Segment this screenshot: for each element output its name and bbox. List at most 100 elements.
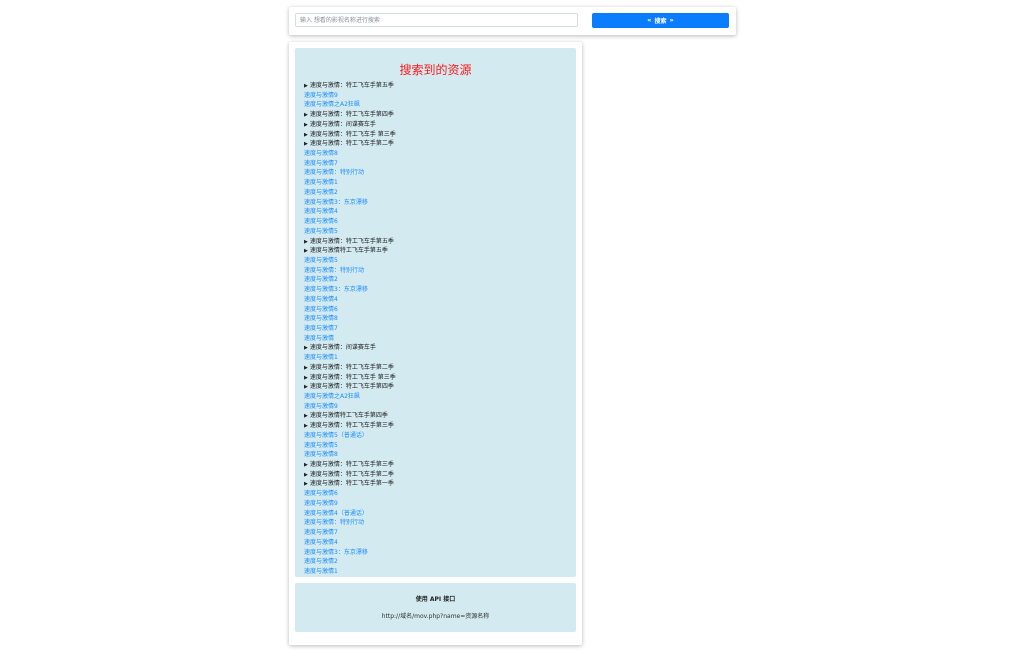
- result-link[interactable]: 速度与激情1: [304, 568, 338, 575]
- result-link[interactable]: 速度与激情9: [304, 92, 338, 99]
- result-item: 速度与激情6: [304, 217, 572, 227]
- result-link[interactable]: 速度与激情3：东京漂移: [304, 549, 368, 556]
- result-item: 速度与激情9: [304, 499, 572, 509]
- result-item: 速度与激情: [304, 334, 572, 344]
- result-link[interactable]: 速度与激情：特别行动: [304, 267, 364, 274]
- result-folder[interactable]: ▶ 速度与激情特工飞车手第五季: [304, 246, 572, 256]
- result-folder[interactable]: ▶ 速度与激情特工飞车手第四季: [304, 411, 572, 421]
- result-item: 速度与激情9: [304, 91, 572, 101]
- result-item: 速度与激情6: [304, 489, 572, 499]
- result-folder-label: 速度与激情：特工飞车手第二季: [309, 363, 394, 371]
- result-folder-label: 速度与激情：特工飞车手第四季: [309, 383, 394, 391]
- result-link[interactable]: 速度与激情7: [304, 160, 338, 167]
- result-folder[interactable]: ▶ 速度与激情：特工飞车手第五季: [304, 237, 572, 247]
- result-link[interactable]: 速度与激情: [304, 335, 334, 342]
- triangle-right-icon: ▶: [304, 121, 308, 128]
- api-title: 使用 API 接口: [415, 596, 456, 603]
- result-folder-label: 速度与激情：特工飞车手第五季: [309, 237, 394, 245]
- results-title: 搜索到的资源: [399, 63, 472, 77]
- result-folder[interactable]: ▶ 速度与激情：特工飞车手 第三季: [304, 130, 572, 140]
- search-button-label: 搜索: [654, 18, 667, 25]
- chevrons-left-icon: «: [647, 16, 652, 25]
- result-folder[interactable]: ▶ 速度与激情：间谍赛车手: [304, 343, 572, 353]
- triangle-right-icon: ▶: [304, 471, 308, 478]
- result-link[interactable]: 速度与激情3：东京漂移: [304, 199, 368, 206]
- result-link[interactable]: 速度与激情9: [304, 500, 338, 507]
- result-folder-label: 速度与激情：间谍赛车手: [309, 344, 376, 352]
- result-link[interactable]: 速度与激情：特别行动: [304, 169, 364, 176]
- triangle-right-icon: ▶: [304, 384, 308, 391]
- result-link[interactable]: 速度与激情4: [304, 296, 338, 303]
- result-folder[interactable]: ▶ 速度与激情：特工飞车手第一季: [304, 479, 572, 489]
- result-link[interactable]: 速度与激情：特别行动: [304, 519, 364, 526]
- result-link[interactable]: 速度与激情6: [304, 218, 338, 225]
- triangle-right-icon: ▶: [304, 248, 308, 255]
- result-item: 速度与激情：特别行动: [304, 518, 572, 528]
- result-link[interactable]: 速度与激情3：东京漂移: [304, 286, 368, 293]
- search-bar: « 搜索 »: [289, 7, 736, 35]
- result-folder[interactable]: ▶ 速度与激情：特工飞车手第四季: [304, 382, 572, 392]
- result-item: 速度与激情7: [304, 159, 572, 169]
- result-link[interactable]: 速度与激情1: [304, 179, 338, 186]
- result-link[interactable]: 速度与激情1: [304, 354, 338, 361]
- triangle-right-icon: ▶: [304, 238, 308, 245]
- result-item: 速度与激情5: [304, 441, 572, 451]
- result-folder-label: 速度与激情：特工飞车手 第三季: [309, 130, 396, 138]
- result-link[interactable]: 速度与激情5（普通话）: [304, 432, 368, 439]
- result-item: 速度与激情4: [304, 295, 572, 305]
- result-item: 速度与激情3：东京漂移: [304, 548, 572, 558]
- result-folder[interactable]: ▶ 速度与激情：特工飞车手 第三季: [304, 373, 572, 383]
- result-item: 速度与激情2: [304, 188, 572, 198]
- result-link[interactable]: 速度与激情2: [304, 558, 338, 565]
- result-folder[interactable]: ▶ 速度与激情：间谍赛车手: [304, 120, 572, 130]
- result-link[interactable]: 速度与激情4（普通话）: [304, 510, 368, 517]
- result-folder[interactable]: ▶ 速度与激情：特工飞车手第二季: [304, 470, 572, 480]
- result-link[interactable]: 速度与激情5: [304, 442, 338, 449]
- result-item: 速度与激情之A2狂飙: [304, 392, 572, 402]
- result-folder[interactable]: ▶ 速度与激情：特工飞车手第二季: [304, 363, 572, 373]
- result-link[interactable]: 速度与激情2: [304, 276, 338, 283]
- result-link[interactable]: 速度与激情6: [304, 306, 338, 313]
- result-folder[interactable]: ▶ 速度与激情：特工飞车手第四季: [304, 110, 572, 120]
- result-link[interactable]: 速度与激情之A2狂飙: [304, 393, 360, 400]
- triangle-right-icon: ▶: [304, 481, 308, 488]
- result-folder[interactable]: ▶ 速度与激情：特工飞车手第三季: [304, 460, 572, 470]
- result-link[interactable]: 速度与激情8: [304, 150, 338, 157]
- triangle-right-icon: ▶: [304, 423, 308, 430]
- result-item: 速度与激情2: [304, 557, 572, 567]
- result-folder-label: 速度与激情：特工飞车手第二季: [309, 470, 394, 478]
- result-link[interactable]: 速度与激情7: [304, 529, 338, 536]
- search-input[interactable]: [295, 13, 578, 27]
- search-button[interactable]: « 搜索 »: [592, 13, 729, 28]
- result-link[interactable]: 速度与激情之A2狂飙: [304, 101, 360, 108]
- results-list: ▶ 速度与激情：特工飞车手第五季 速度与激情9 速度与激情之A2狂飙 ▶ 速度与激情：特工…: [304, 81, 572, 577]
- result-link[interactable]: 速度与激情9: [304, 403, 338, 410]
- triangle-right-icon: ▶: [304, 462, 308, 469]
- api-url: http://域名/mov.php?name=资源名称: [381, 613, 490, 620]
- result-item: 速度与激情4（普通话）: [304, 509, 572, 519]
- result-item: 速度与激情3：东京漂移: [304, 285, 572, 295]
- result-folder[interactable]: ▶ 速度与激情：特工飞车手第三季: [304, 421, 572, 431]
- result-item: 速度与激情8: [304, 149, 572, 159]
- result-link[interactable]: 速度与激情8: [304, 451, 338, 458]
- result-link[interactable]: 速度与激情2: [304, 189, 338, 196]
- result-folder-label: 速度与激情特工飞车手第五季: [309, 247, 388, 255]
- result-item: 速度与激情5（普通话）: [304, 431, 572, 441]
- result-folder[interactable]: ▶ 速度与激情：特工飞车手第二季: [304, 139, 572, 149]
- result-link[interactable]: 速度与激情6: [304, 490, 338, 497]
- result-folder[interactable]: ▶ 速度与激情：特工飞车手第五季: [304, 81, 572, 91]
- triangle-right-icon: ▶: [304, 413, 308, 420]
- result-item: 速度与激情：特别行动: [304, 266, 572, 276]
- result-link[interactable]: 速度与激情4: [304, 208, 338, 215]
- result-item: 速度与激情3：东京漂移: [304, 198, 572, 208]
- result-folder-label: 速度与激情：特工飞车手第四季: [309, 111, 394, 119]
- result-link[interactable]: 速度与激情8: [304, 315, 338, 322]
- result-link[interactable]: 速度与激情4: [304, 539, 338, 546]
- results-panel: 搜索到的资源 ▶ 速度与激情：特工飞车手第五季 速度与激情9 速度与激情之A2狂飙 ▶ 速…: [295, 48, 576, 577]
- chevrons-right-icon: »: [669, 16, 674, 25]
- result-link[interactable]: 速度与激情7: [304, 325, 338, 332]
- result-link[interactable]: 速度与激情5: [304, 228, 338, 235]
- result-link[interactable]: 速度与激情5: [304, 257, 338, 264]
- result-item: 速度与激情1: [304, 353, 572, 363]
- result-item: 速度与激情7: [304, 324, 572, 334]
